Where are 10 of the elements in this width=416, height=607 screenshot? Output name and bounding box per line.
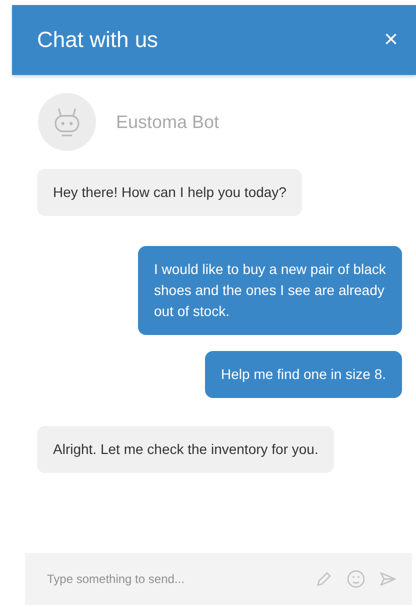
message-bubble: Help me find one in size 8. bbox=[205, 351, 402, 398]
emoji-icon[interactable] bbox=[346, 569, 366, 589]
bot-name: Eustoma Bot bbox=[116, 112, 220, 132]
close-button[interactable]: × bbox=[380, 26, 402, 54]
chat-title: Chat with us bbox=[37, 27, 158, 53]
robot-avatar-icon bbox=[38, 93, 96, 151]
message-bubble: Alright. Let me check the inventory for you. bbox=[37, 426, 334, 473]
message-input[interactable]: Type something to send... bbox=[45, 571, 302, 587]
message-bubble: Hey there! How can I help you today? bbox=[37, 169, 302, 216]
message-bubble: I would like to buy a new pair of black shoes and the ones I see are already out of stock. bbox=[138, 246, 402, 335]
